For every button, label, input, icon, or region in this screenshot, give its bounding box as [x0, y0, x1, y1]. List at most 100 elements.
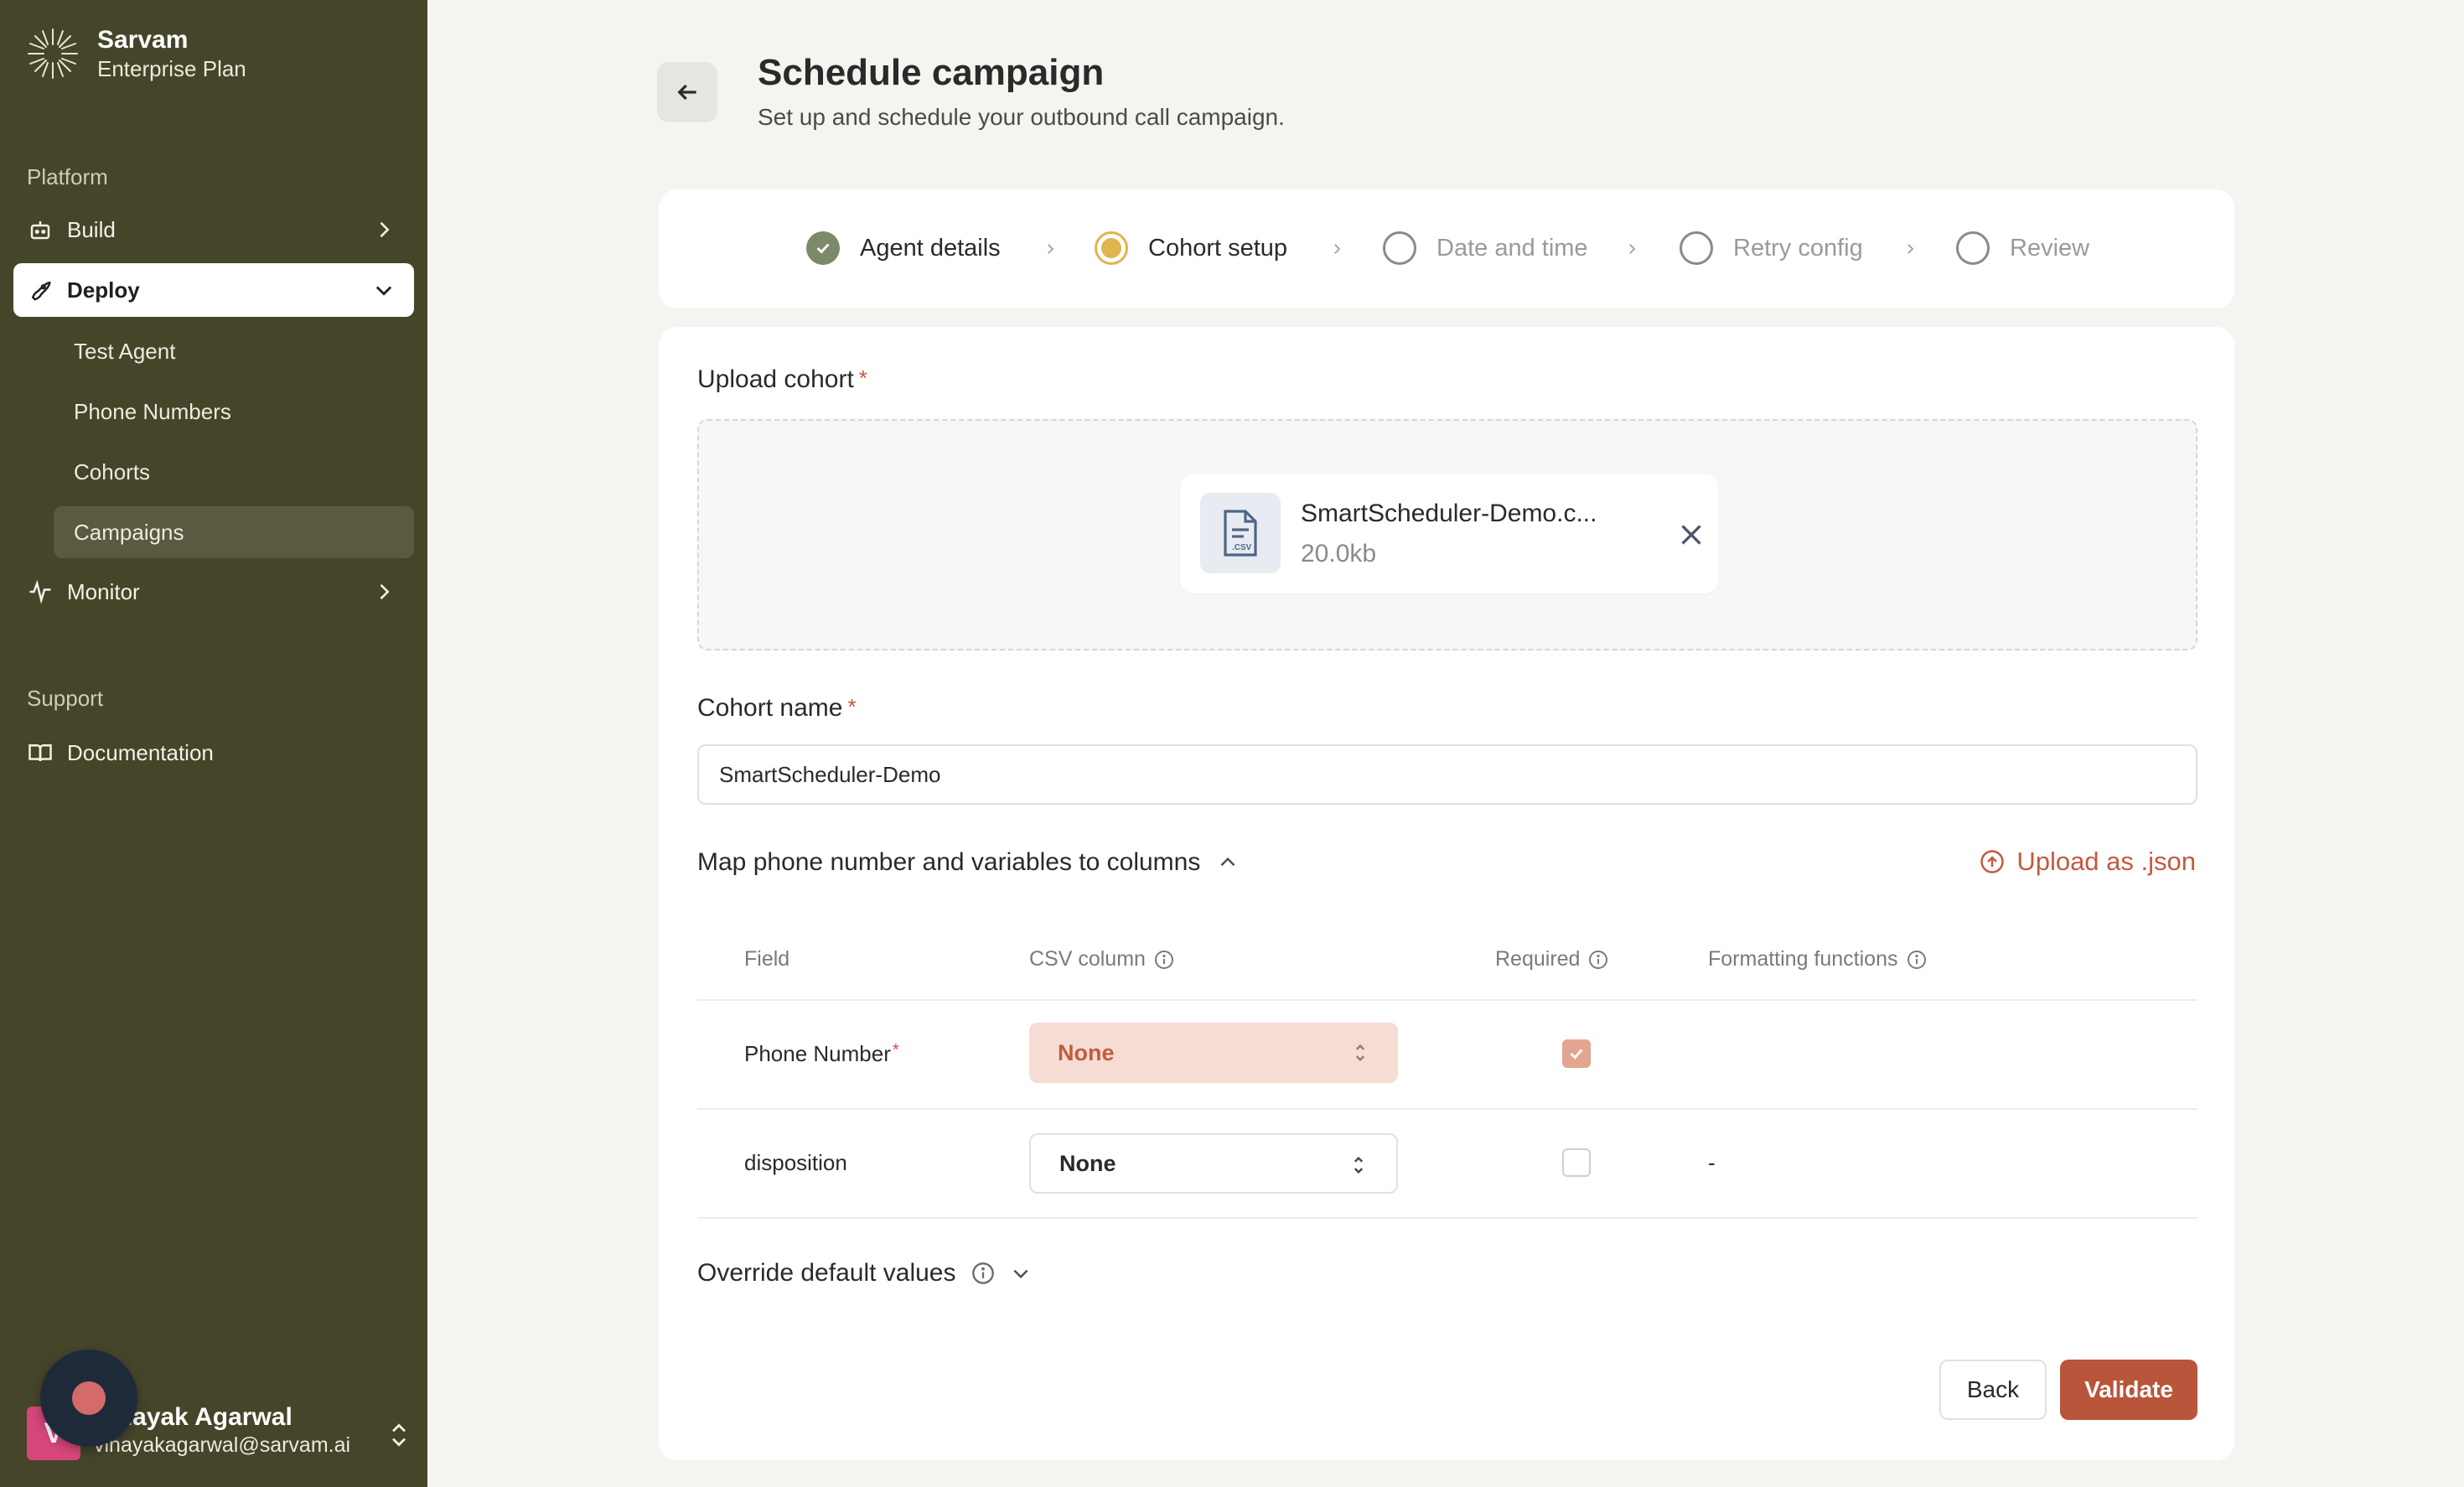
chevron-down-icon: [375, 286, 392, 296]
step-label: Retry config: [1733, 234, 1863, 262]
chevron-right-icon: [380, 221, 390, 238]
column-header-required: Required: [1495, 947, 1608, 971]
chevron-right-icon: [1334, 244, 1341, 254]
sarvam-logo-icon: [28, 28, 78, 79]
upload-json-label: Upload as .json: [2016, 847, 2196, 876]
select-value: None: [1058, 1039, 1115, 1065]
sidebar-item-monitor-label: Monitor: [67, 578, 140, 604]
check-circle-icon: [806, 231, 840, 265]
upload-json-button[interactable]: Upload as .json: [1980, 847, 2196, 877]
stepper: Agent details Cohort setup Date and time…: [659, 189, 2234, 308]
sidebar-item-documentation-label: Documentation: [67, 739, 214, 765]
sidebar-item-test-agent[interactable]: Test Agent: [54, 325, 414, 377]
step-label: Cohort setup: [1148, 234, 1288, 262]
user-email: vinayakagarwal@sarvam.ai: [94, 1433, 351, 1457]
sidebar-item-documentation[interactable]: Documentation: [13, 726, 414, 780]
sidebar: Sarvam Enterprise Plan Platform Build De…: [0, 0, 427, 1487]
chevron-right-icon: [1629, 244, 1636, 254]
column-header-field: Field: [744, 947, 790, 971]
formatting-disposition: -: [1708, 1150, 1716, 1175]
step-date-and-time[interactable]: Date and time: [1383, 231, 1588, 265]
override-label: Override default values: [697, 1259, 956, 1287]
csv-column-select-disposition[interactable]: None: [1029, 1133, 1398, 1194]
chevron-right-icon: [1908, 244, 1914, 254]
step-label: Agent details: [860, 234, 1001, 262]
mapping-section-toggle[interactable]: Map phone number and variables to column…: [697, 848, 1239, 877]
close-icon[interactable]: [1676, 520, 1706, 550]
table-divider: [697, 1217, 2197, 1219]
required-checkbox-phone[interactable]: [1562, 1039, 1591, 1068]
upload-cohort-label: Upload cohort *: [697, 365, 867, 394]
override-defaults-toggle[interactable]: Override default values: [697, 1259, 1032, 1288]
column-header-csv: CSV column: [1029, 947, 1174, 971]
file-name: SmartScheduler-Demo.c...: [1301, 500, 1597, 527]
check-icon: [1570, 1049, 1583, 1060]
step-cohort-setup[interactable]: Cohort setup: [1095, 231, 1287, 265]
file-size: 20.0kb: [1301, 540, 1377, 567]
select-value: None: [1059, 1150, 1116, 1176]
book-icon: [27, 739, 54, 766]
info-icon[interactable]: [1154, 950, 1174, 970]
arrow-left-icon: [677, 84, 696, 101]
validate-button[interactable]: Validate: [2060, 1360, 2197, 1420]
sidebar-item-phone-numbers[interactable]: Phone Numbers: [54, 386, 414, 438]
page-title: Schedule campaign: [758, 52, 1105, 93]
mapping-title: Map phone number and variables to column…: [697, 848, 1201, 876]
brand-plan: Enterprise Plan: [97, 56, 246, 81]
empty-circle-icon: [1383, 231, 1416, 265]
field-disposition: disposition: [744, 1150, 847, 1175]
brand-name: Sarvam: [97, 26, 189, 54]
chevrons-up-down-icon: [392, 1423, 406, 1447]
cohort-name-label-text: Cohort name: [697, 694, 843, 722]
step-agent-details[interactable]: Agent details: [806, 231, 1001, 265]
current-step-icon: [1095, 231, 1128, 265]
csv-file-icon: .CSV: [1200, 493, 1281, 573]
empty-circle-icon: [1956, 231, 1990, 265]
cohort-name-input[interactable]: SmartScheduler-Demo: [697, 744, 2197, 805]
chevron-right-icon: [380, 583, 390, 600]
sidebar-item-campaigns[interactable]: Campaigns: [54, 506, 414, 558]
step-review[interactable]: Review: [1956, 231, 2089, 265]
info-icon[interactable]: [1907, 950, 1927, 970]
back-button[interactable]: Back: [1939, 1360, 2047, 1420]
upload-circle-icon: [1980, 850, 2005, 873]
sidebar-item-monitor[interactable]: Monitor: [13, 565, 414, 619]
uploaded-file-chip: .CSV SmartScheduler-Demo.c... 20.0kb: [1180, 474, 1718, 593]
svg-text:.CSV: .CSV: [1232, 543, 1252, 552]
table-divider: [697, 1108, 2197, 1110]
upload-dropzone[interactable]: .CSV SmartScheduler-Demo.c... 20.0kb: [697, 419, 2197, 650]
csv-column-select-phone[interactable]: None: [1029, 1023, 1398, 1083]
sidebar-item-build[interactable]: Build: [13, 203, 414, 256]
sidebar-item-deploy[interactable]: Deploy: [13, 263, 414, 317]
table-divider: [697, 999, 2197, 1001]
required-checkbox-disposition[interactable]: [1562, 1148, 1591, 1177]
step-label: Review: [2010, 234, 2090, 262]
support-section-label: Support: [27, 686, 104, 711]
activity-icon: [27, 578, 54, 605]
step-retry-config[interactable]: Retry config: [1680, 231, 1863, 265]
back-arrow-button[interactable]: [657, 62, 717, 122]
chevron-down-icon: [1013, 1269, 1028, 1279]
platform-section-label: Platform: [27, 164, 108, 189]
required-asterisk: *: [847, 694, 857, 719]
column-header-formatting: Formatting functions: [1708, 947, 1927, 971]
chevrons-up-down-icon: [1355, 1044, 1365, 1062]
page-subtitle: Set up and schedule your outbound call c…: [758, 104, 1285, 130]
sidebar-item-deploy-label: Deploy: [67, 277, 140, 303]
chevron-up-icon: [1220, 857, 1235, 867]
sidebar-item-build-label: Build: [67, 216, 116, 242]
upload-cohort-label-text: Upload cohort: [697, 365, 854, 393]
robot-icon: [27, 216, 54, 243]
info-icon[interactable]: [1588, 950, 1608, 970]
record-button[interactable]: [40, 1350, 137, 1447]
chevron-right-icon: [1048, 244, 1054, 254]
cohort-setup-card: Upload cohort * .CSV SmartScheduler-Demo.…: [659, 327, 2234, 1460]
empty-circle-icon: [1680, 231, 1713, 265]
step-label: Date and time: [1436, 234, 1588, 262]
cohort-name-label: Cohort name *: [697, 694, 857, 723]
sidebar-item-cohorts[interactable]: Cohorts: [54, 446, 414, 498]
brand[interactable]: Sarvam Enterprise Plan: [25, 25, 246, 82]
info-icon[interactable]: [971, 1262, 995, 1285]
chevrons-up-down-icon: [1354, 1156, 1364, 1174]
rocket-icon: [27, 277, 54, 303]
